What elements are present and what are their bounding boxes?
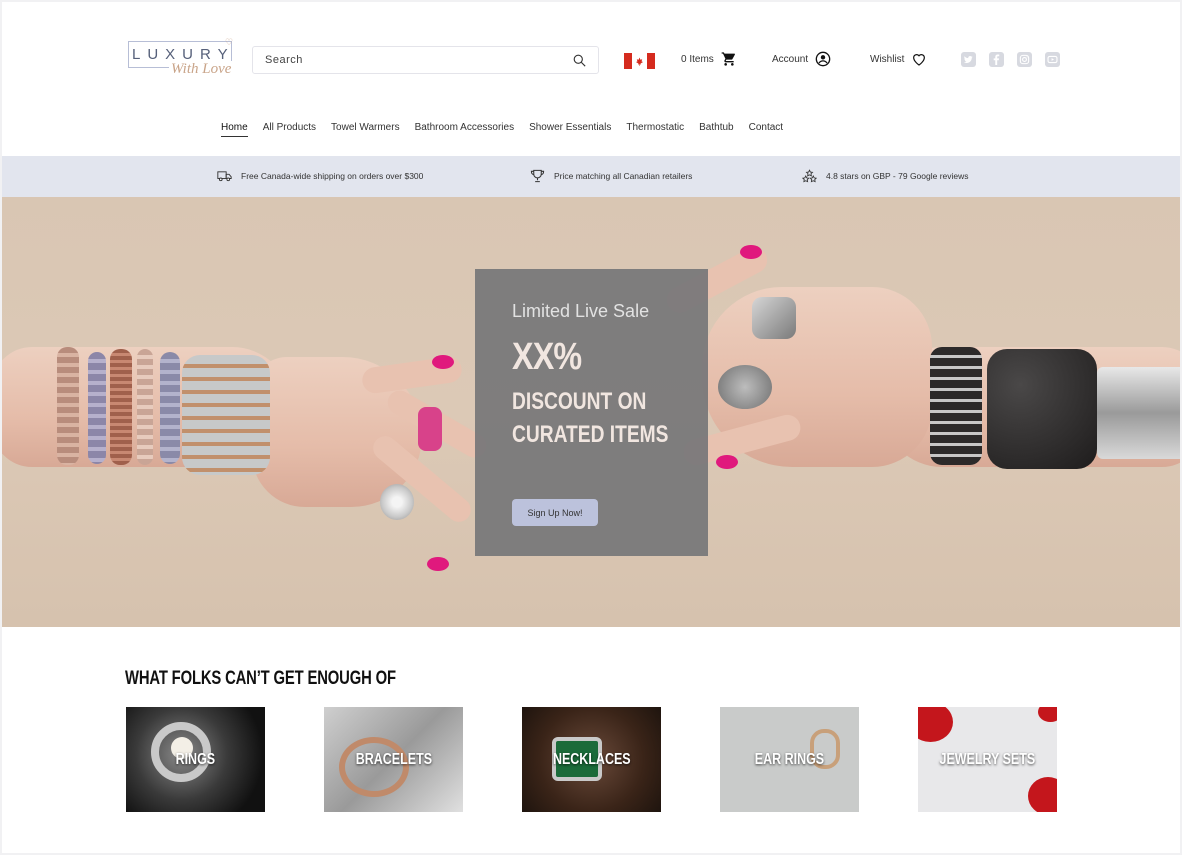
wishlist-button[interactable]: Wishlist	[870, 51, 927, 67]
promo-line-1: DISCOUNT ON	[512, 388, 647, 415]
logo-heart-icon: ♡	[225, 37, 234, 47]
petal-image-shape	[918, 707, 953, 742]
category-necklaces[interactable]: NECKLACES	[522, 707, 661, 812]
sign-up-button[interactable]: Sign Up Now!	[512, 499, 598, 526]
account-circle-icon	[815, 51, 831, 67]
canada-flag-icon[interactable]	[624, 53, 655, 69]
social-links	[961, 52, 1060, 67]
stars-icon	[802, 169, 817, 183]
nav-item-bathroom-accessories[interactable]: Bathroom Accessories	[415, 122, 515, 137]
section-title: WHAT FOLKS CAN’T GET ENOUGH OF	[125, 668, 396, 689]
bracelet-shape	[57, 347, 79, 465]
bracelet-shape	[930, 347, 982, 465]
search-bar	[252, 46, 599, 74]
instagram-icon[interactable]	[1017, 52, 1032, 67]
logo-script: With Love	[169, 61, 234, 78]
cart-icon	[721, 52, 735, 66]
nav-item-towel-warmers[interactable]: Towel Warmers	[331, 122, 400, 137]
price-match-info: Price matching all Canadian retailers	[530, 169, 692, 183]
nail-shape	[740, 245, 762, 259]
ring-shape	[752, 297, 796, 339]
bracelet-shape	[160, 352, 180, 464]
category-grid: RINGS BRACELETS NECKLACES EAR RINGS JEWE…	[126, 707, 1057, 812]
info-bar: Free Canada-wide shipping on orders over…	[2, 156, 1180, 197]
category-label: RINGS	[175, 750, 216, 768]
facebook-icon[interactable]	[989, 52, 1004, 67]
category-jewelry-sets[interactable]: JEWELRY SETS	[918, 707, 1057, 812]
category-rings[interactable]: RINGS	[126, 707, 265, 812]
shipping-text: Free Canada-wide shipping on orders over…	[241, 171, 424, 181]
account-button[interactable]: Account	[772, 51, 831, 67]
reviews-info: 4.8 stars on GBP - 79 Google reviews	[802, 169, 969, 183]
trophy-icon	[530, 169, 545, 183]
cuff-shape	[1097, 367, 1180, 459]
category-label: BRACELETS	[355, 750, 432, 768]
page: LUXURY With Love ♡ 0 Items Account Wishl…	[2, 2, 1180, 853]
promo-line-2: CURATED ITEMS	[512, 421, 669, 448]
petal-image-shape	[1038, 707, 1057, 722]
petal-image-shape	[1028, 777, 1057, 812]
promo-card: Limited Live Sale XX% DISCOUNT ON CURATE…	[475, 269, 708, 556]
ring-shape	[718, 365, 772, 409]
search-input[interactable]	[265, 54, 573, 66]
ring-shape	[380, 484, 414, 520]
wishlist-label: Wishlist	[870, 53, 905, 65]
nav-item-home[interactable]: Home	[221, 122, 248, 137]
youtube-icon[interactable]	[1045, 52, 1060, 67]
twitter-icon[interactable]	[961, 52, 976, 67]
hero-banner: Limited Live Sale XX% DISCOUNT ON CURATE…	[2, 197, 1180, 627]
bracelet-shape	[88, 352, 106, 464]
nav-item-all-products[interactable]: All Products	[263, 122, 316, 137]
category-ear-rings[interactable]: EAR RINGS	[720, 707, 859, 812]
nail-shape	[432, 355, 454, 369]
account-label: Account	[772, 53, 809, 65]
nav-item-contact[interactable]: Contact	[749, 122, 783, 137]
shipping-info: Free Canada-wide shipping on orders over…	[217, 169, 423, 183]
bracelet-shape	[987, 349, 1097, 469]
category-label: NECKLACES	[552, 750, 631, 768]
search-icon[interactable]	[573, 54, 586, 67]
heart-icon	[913, 54, 926, 66]
nav-item-shower-essentials[interactable]: Shower Essentials	[529, 122, 611, 137]
promo-discount: XX%	[512, 336, 582, 378]
ring-shape	[418, 407, 442, 451]
cart-button[interactable]: 0 Items	[681, 51, 737, 67]
brand-logo[interactable]: LUXURY With Love ♡	[127, 37, 239, 85]
reviews-text: 4.8 stars on GBP - 79 Google reviews	[826, 171, 969, 181]
nav-item-bathtub[interactable]: Bathtub	[699, 122, 733, 137]
category-bracelets[interactable]: BRACELETS	[324, 707, 463, 812]
bracelet-shape	[182, 355, 270, 475]
bracelet-shape	[110, 349, 132, 465]
price-match-text: Price matching all Canadian retailers	[554, 171, 693, 181]
cart-label: 0 Items	[681, 53, 714, 65]
nav-item-thermostatic[interactable]: Thermostatic	[626, 122, 684, 137]
category-label: EAR RINGS	[754, 750, 825, 768]
nail-shape	[716, 455, 738, 469]
nail-shape	[427, 557, 449, 571]
bracelet-shape	[137, 349, 153, 465]
promo-tag: Limited Live Sale	[512, 301, 650, 321]
truck-icon	[217, 171, 232, 182]
main-nav: Home All Products Towel Warmers Bathroom…	[221, 122, 783, 137]
category-label: JEWELRY SETS	[939, 750, 1036, 768]
